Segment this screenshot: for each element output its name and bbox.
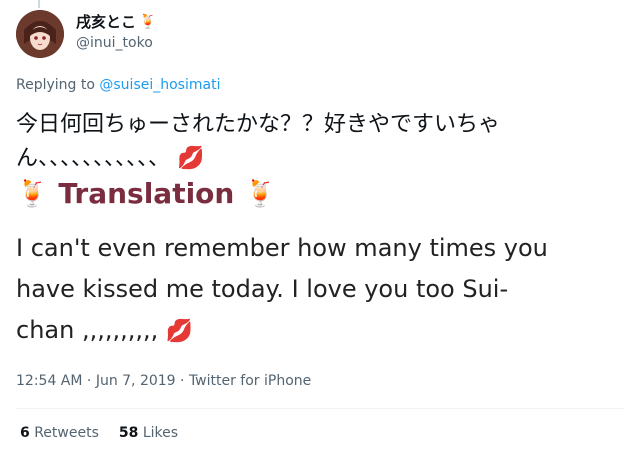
author-display-name[interactable]: 戌亥とこ 🍹 [76, 12, 156, 32]
thread-connector-line [38, 0, 40, 8]
tweet-time[interactable]: 12:54 AM [16, 373, 82, 389]
avatar[interactable] [16, 10, 64, 58]
tweet-text-line: ん、、、、、、、、、、、 [16, 146, 171, 171]
translation-title: Translation [58, 177, 235, 210]
tweet-text: 今日何回ちゅーされたかな？？好きやですいちゃ ん、、、、、、、、、、、 💋 [16, 108, 576, 176]
retweets-stat[interactable]: 6 Retweets [20, 425, 99, 441]
kiss-mark-icon: 💋 [165, 319, 194, 344]
tweet-author[interactable]: 戌亥とこ 🍹 @inui_toko [76, 12, 156, 52]
tropical-drink-icon: 🍹 [139, 14, 157, 30]
likes-stat[interactable]: 58 Likes [119, 425, 178, 441]
kiss-mark-icon: 💋 [177, 146, 205, 171]
translation-text: I can't even remember how many times you… [16, 228, 576, 352]
tropical-drink-icon: 🍹 [16, 178, 49, 209]
translation-line: chan ,,,,,,,,,, [16, 316, 159, 344]
translation-line: have kissed me today. I love you too Sui… [16, 275, 509, 303]
avatar-illustration [16, 10, 64, 58]
translation-line: I can't even remember how many times you [16, 234, 548, 262]
reply-target-link[interactable]: @suisei_hosimati [99, 77, 220, 93]
divider [16, 408, 624, 409]
author-handle[interactable]: @inui_toko [76, 34, 156, 52]
tropical-drink-icon: 🍹 [244, 178, 277, 209]
tweet-stats: 6 Retweets 58 Likes [20, 425, 178, 441]
translation-header: 🍹 Translation 🍹 [16, 177, 277, 210]
tweet-metadata: 12:54 AM · Jun 7, 2019 · Twitter for iPh… [16, 373, 312, 389]
replying-to: Replying to @suisei_hosimati [16, 77, 221, 93]
tweet-source[interactable]: Twitter for iPhone [189, 373, 311, 389]
tweet-date[interactable]: Jun 7, 2019 [96, 373, 176, 389]
tweet-text-line: 今日何回ちゅーされたかな？？好きやですいちゃ [16, 112, 501, 137]
